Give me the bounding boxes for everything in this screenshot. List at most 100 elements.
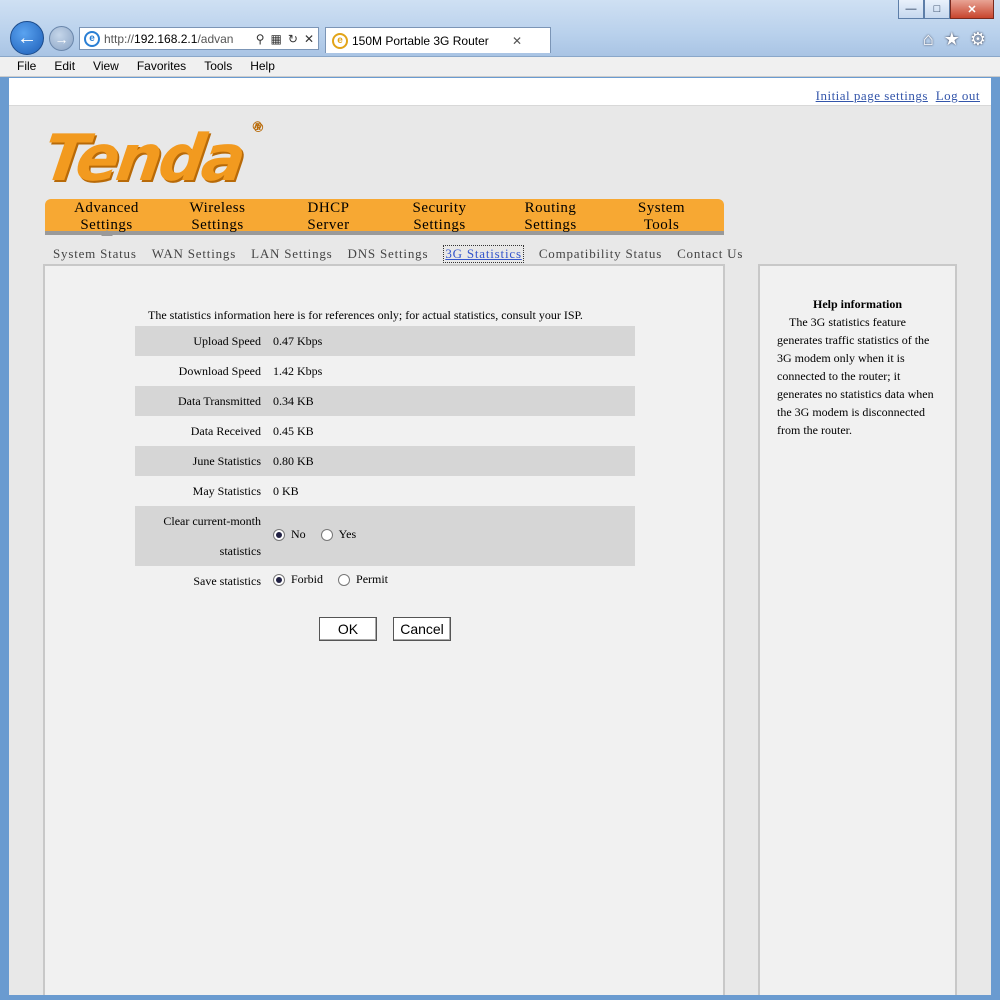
nav-advanced-settings[interactable]: Advanced Settings <box>51 199 162 236</box>
subnav-3g-statistics[interactable]: 3G Statistics <box>443 245 524 263</box>
help-panel: Help information The 3G statistics featu… <box>758 264 957 995</box>
browser-chrome: — □ ✕ ← → e http://192.168.2.1/advan ⚲ ▦… <box>0 0 1000 57</box>
minimize-button[interactable]: — <box>898 0 924 19</box>
nav-label: Server <box>307 217 350 233</box>
help-title: Help information <box>813 297 902 311</box>
radio-dot[interactable] <box>320 528 333 541</box>
save-stats-label: Save statistics <box>193 573 261 588</box>
save-permit-radio[interactable]: Permit <box>338 572 388 587</box>
radio-label: No <box>291 527 306 542</box>
logout-link[interactable]: Log out <box>936 88 980 103</box>
maximize-button[interactable]: □ <box>924 0 950 19</box>
cancel-button[interactable]: Cancel <box>393 617 451 641</box>
subnav-dns-settings[interactable]: DNS Settings <box>348 246 429 263</box>
ie-icon: e <box>332 32 348 49</box>
close-window-button[interactable]: ✕ <box>950 0 994 19</box>
statistics-table: Upload Speed 0.47 Kbps Download Speed 1.42… <box>135 326 635 596</box>
row-label: May Statistics <box>192 483 261 498</box>
ok-button[interactable]: OK <box>319 617 377 641</box>
row-value: 0 KB <box>273 483 299 498</box>
subnav-compatibility-status[interactable]: Compatibility Status <box>539 246 662 263</box>
menu-favorites[interactable]: Favorites <box>128 57 195 76</box>
subnav-system-status[interactable]: System Status <box>53 246 137 263</box>
subnav-wan-settings[interactable]: WAN Settings <box>152 246 236 263</box>
tab-close-icon[interactable]: ✕ <box>512 34 522 48</box>
address-bar[interactable]: e http://192.168.2.1/advan ⚲ ▦ ↻ ✕ <box>79 27 319 50</box>
menu-edit[interactable]: Edit <box>45 57 84 76</box>
refresh-icon[interactable]: ↻ <box>288 32 298 46</box>
row-label: June Statistics <box>135 446 261 476</box>
window-frame-bottom <box>0 995 1000 1000</box>
initial-page-settings-link[interactable]: Initial page settings <box>816 88 928 103</box>
radio-label: Permit <box>356 572 389 587</box>
clear-stats-label: Clear current-month statistics <box>135 506 261 566</box>
nav-wireless-settings[interactable]: Wireless Settings <box>162 199 273 233</box>
subnav-lan-settings[interactable]: LAN Settings <box>251 246 332 263</box>
content-panel: The statistics information here is for r… <box>43 264 725 995</box>
clear-yes-radio[interactable]: Yes <box>320 527 357 542</box>
nav-label: System <box>637 200 686 216</box>
address-path: /advan <box>197 31 234 46</box>
clear-stats-row: Clear current-month statistics No Yes <box>135 506 635 566</box>
ie-icon: e <box>84 30 100 47</box>
save-stats-row: Save statistics Forbid Permit <box>135 566 635 596</box>
row-label: Data Received <box>190 423 261 438</box>
compat-icon[interactable]: ▦ <box>271 32 282 46</box>
save-forbid-radio[interactable]: Forbid <box>273 572 323 587</box>
gear-icon[interactable]: ⚙ <box>970 29 986 50</box>
menu-file[interactable]: File <box>8 57 45 76</box>
close-icon[interactable]: ✕ <box>304 32 314 46</box>
tenda-logo: Tenda ® <box>39 119 261 196</box>
subnav-contact-us[interactable]: Contact Us <box>677 246 743 263</box>
back-arrow-icon[interactable]: ← <box>10 21 44 55</box>
window-controls: — □ ✕ <box>898 0 994 19</box>
row-label: Data Transmitted <box>135 386 261 416</box>
nav-label: Settings <box>413 217 466 233</box>
nav-routing-settings[interactable]: Routing Settings <box>495 199 606 233</box>
table-row: Download Speed 1.42 Kbps <box>135 356 635 386</box>
home-icon[interactable]: ⌂ <box>923 29 934 50</box>
row-value: 0.34 KB <box>261 386 635 416</box>
nav-label: Settings <box>191 217 244 233</box>
radio-label: Forbid <box>291 572 324 587</box>
radio-dot[interactable] <box>273 528 285 541</box>
browser-tab[interactable]: e 150M Portable 3G Router ✕ <box>325 27 551 53</box>
nav-label: Wireless <box>189 200 246 216</box>
star-icon[interactable]: ★ <box>944 29 960 50</box>
tab-title: 150M Portable 3G Router <box>352 33 489 48</box>
nav-label: Security <box>412 200 467 216</box>
intro-text: The statistics information here is for r… <box>148 308 583 322</box>
radio-dot[interactable] <box>273 573 285 586</box>
menu-tools[interactable]: Tools <box>195 57 241 76</box>
address-prefix: http:// <box>104 31 135 46</box>
forward-arrow-icon[interactable]: → <box>49 26 74 51</box>
table-row: Upload Speed 0.47 Kbps <box>135 326 635 356</box>
search-icon[interactable]: ⚲ <box>256 32 265 46</box>
menu-bar: File Edit View Favorites Tools Help <box>0 57 1000 77</box>
nav-label: Advanced <box>74 200 139 216</box>
clear-no-radio[interactable]: No <box>273 527 306 542</box>
top-bar: Initial page settings Log out <box>9 78 991 106</box>
sub-nav: System Status WAN Settings LAN Settings … <box>53 245 758 263</box>
table-row: June Statistics 0.80 KB <box>135 446 635 476</box>
table-row: May Statistics 0 KB <box>135 476 635 506</box>
nav-dhcp-server[interactable]: DHCP Server <box>273 199 384 233</box>
nav-label: Settings <box>524 217 577 233</box>
help-text: The 3G statistics feature generates traf… <box>777 315 934 437</box>
address-host: 192.168.2.1 <box>134 31 198 46</box>
main-nav: Advanced Settings Wireless Settings DHCP Se… <box>45 199 724 236</box>
table-row: Data Received 0.45 KB <box>135 416 635 446</box>
nav-label: DHCP <box>307 200 350 216</box>
row-value: 0.80 KB <box>261 446 635 476</box>
menu-help[interactable]: Help <box>241 57 284 76</box>
menu-view[interactable]: View <box>84 57 128 76</box>
nav-security-settings[interactable]: Security Settings <box>384 199 495 233</box>
row-value: 1.42 Kbps <box>273 363 323 378</box>
nav-label: Tools <box>643 217 680 233</box>
radio-dot[interactable] <box>338 573 351 586</box>
row-value: 0.45 KB <box>273 423 314 438</box>
registered-mark: ® <box>250 118 262 133</box>
radio-label: Yes <box>338 527 357 542</box>
nav-system-tools[interactable]: System Tools <box>606 199 717 233</box>
row-label: Download Speed <box>178 363 261 378</box>
